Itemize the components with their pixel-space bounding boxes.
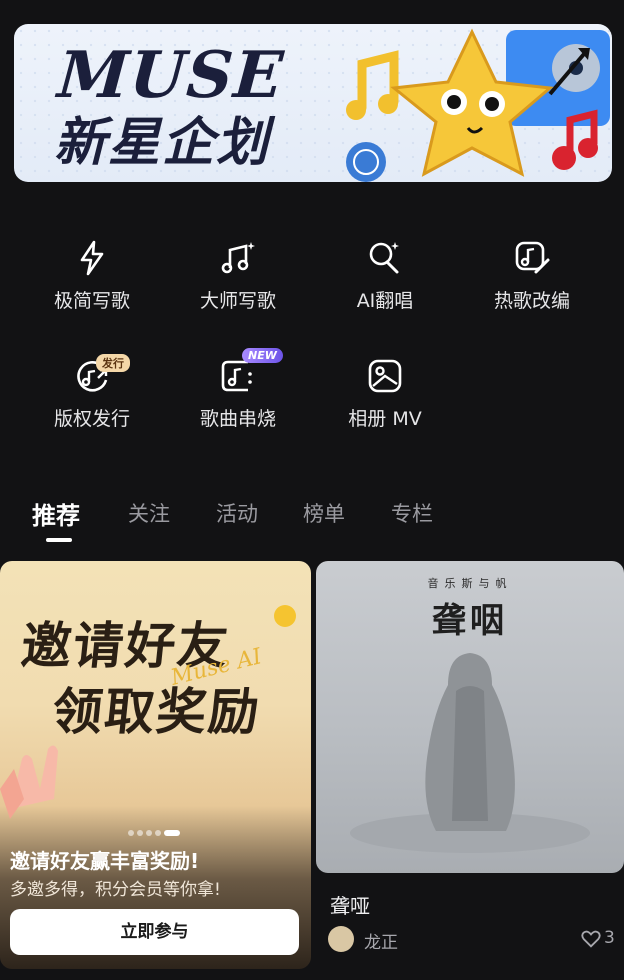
high-five-hands-illustration: [0, 745, 58, 819]
tool-label: 热歌改编: [493, 290, 570, 312]
tab-recommend[interactable]: 推荐: [32, 496, 80, 531]
tab-follow[interactable]: 关注: [128, 498, 170, 528]
lightning-icon: [80, 240, 104, 276]
carousel-dot[interactable]: [137, 830, 143, 836]
join-now-button[interactable]: 立即参与: [10, 909, 299, 955]
carousel-dot-active[interactable]: [164, 830, 180, 836]
new-badge: NEW: [242, 348, 283, 363]
invite-headline: 邀请好友 领取奖励: [11, 613, 271, 745]
banner-subtitle: 新星企划: [54, 113, 271, 173]
tool-label: 歌曲串烧: [199, 408, 276, 430]
release-badge: 发行: [96, 354, 130, 372]
carousel-dots: [128, 821, 183, 836]
tool-photo-mv[interactable]: 相册 MV: [310, 356, 460, 448]
tool-song-medley[interactable]: 歌曲串烧: [163, 356, 313, 448]
ghost-figure-illustration: [350, 653, 590, 853]
tab-charts[interactable]: 榜单: [303, 498, 345, 528]
star-mascot-illustration: [346, 28, 610, 182]
invite-promo-card[interactable]: 邀请好友 领取奖励 Muse AI 邀请好友赢丰富奖励! 多邀多得，积分会员等你…: [0, 561, 311, 969]
tool-label: 大师写歌: [199, 290, 276, 312]
tab-activity[interactable]: 活动: [216, 498, 258, 528]
muse-banner[interactable]: MUSE 新星企划: [14, 24, 612, 182]
tab-columns[interactable]: 专栏: [391, 498, 433, 528]
microphone-icon: [369, 242, 399, 274]
tool-label: 版权发行: [53, 408, 130, 430]
smile-emoji-icon: [274, 605, 296, 627]
banner-title: MUSE: [55, 38, 287, 113]
tool-label: AI翻唱: [356, 290, 414, 312]
artist-name[interactable]: 龙正: [364, 928, 398, 953]
tool-label: 相册 MV: [348, 408, 422, 430]
active-tab-indicator: [46, 538, 72, 542]
artist-avatar[interactable]: [328, 926, 354, 952]
song-title[interactable]: 聋哑: [330, 890, 370, 919]
carousel-dot[interactable]: [146, 830, 152, 836]
carousel-dot[interactable]: [128, 830, 134, 836]
song-cover[interactable]: 音乐斯与帆 聋咽: [316, 561, 624, 873]
tool-label: 极简写歌: [53, 290, 130, 312]
heart-icon[interactable]: [580, 928, 602, 950]
promo-title: 邀请好友赢丰富奖励!: [10, 849, 200, 873]
tool-copyright-release[interactable]: 版权发行: [17, 356, 167, 448]
tool-master-write[interactable]: 大师写歌: [163, 238, 313, 330]
tool-ai-cover[interactable]: AI翻唱: [310, 238, 460, 330]
music-note-icon: [221, 242, 255, 274]
tool-minimal-write[interactable]: 极简写歌: [17, 238, 167, 330]
photo-mv-icon: [368, 359, 402, 393]
tool-hot-remix[interactable]: 热歌改编: [457, 238, 607, 330]
carousel-dot[interactable]: [155, 830, 161, 836]
promo-subtitle: 多邀多得，积分会员等你拿!: [10, 880, 221, 900]
music-edit-icon: [515, 241, 550, 274]
like-count: 3: [604, 928, 615, 948]
